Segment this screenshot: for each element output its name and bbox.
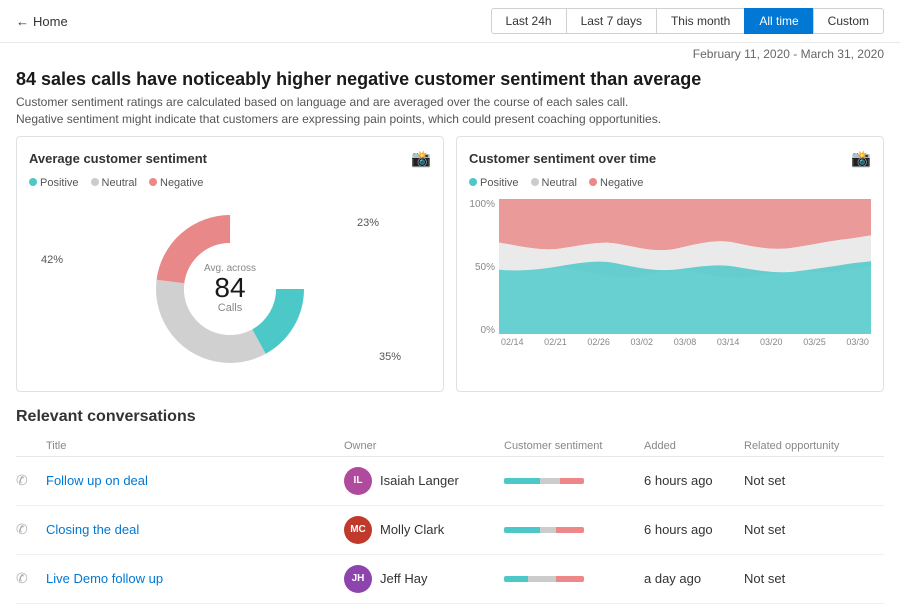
back-label: Home — [33, 14, 68, 29]
row1-opportunity: Not set — [744, 473, 884, 488]
row3-title[interactable]: Live Demo follow up — [46, 571, 344, 586]
row2-opportunity: Not set — [744, 522, 884, 537]
table-header: Title Owner Customer sentiment Added Rel… — [16, 436, 884, 457]
col-title: Title — [46, 440, 344, 452]
sent-neutral — [528, 576, 556, 582]
pct-positive: 23% — [357, 217, 379, 229]
filter-alltime[interactable]: All time — [744, 8, 812, 34]
time-filter-group: Last 24h Last 7 days This month All time… — [491, 8, 884, 34]
row1-sentiment — [504, 478, 644, 484]
table-row: ✆ Follow up on deal IL Isaiah Langer 6 h… — [16, 457, 884, 506]
sent-negative — [560, 478, 584, 484]
row1-added: 6 hours ago — [644, 473, 744, 488]
donut-legend: Positive Neutral Negative — [29, 177, 431, 189]
row1-owner: IL Isaiah Langer — [344, 467, 504, 495]
page-title: 84 sales calls have noticeably higher ne… — [16, 69, 884, 90]
sent-positive — [504, 576, 528, 582]
subtitle-line2: Negative sentiment might indicate that c… — [16, 111, 884, 128]
col-sentiment: Customer sentiment — [504, 440, 644, 452]
avatar-mc: MC — [344, 516, 372, 544]
area-legend-neutral: Neutral — [531, 177, 577, 189]
table-row: ✆ Live Demo follow up JH Jeff Hay a day … — [16, 555, 884, 604]
subtitle-line1: Customer sentiment ratings are calculate… — [16, 94, 884, 111]
subtitle: Customer sentiment ratings are calculate… — [16, 94, 884, 128]
avatar-jh: JH — [344, 565, 372, 593]
row3-opportunity: Not set — [744, 571, 884, 586]
header: ← Home Last 24h Last 7 days This month A… — [0, 0, 900, 43]
phone-icon: ✆ — [16, 570, 46, 587]
phone-icon: ✆ — [16, 521, 46, 538]
row3-sentiment — [504, 576, 644, 582]
col-opportunity: Related opportunity — [744, 440, 884, 452]
back-arrow-icon: ← — [16, 14, 29, 29]
row3-added: a day ago — [644, 571, 744, 586]
row1-title[interactable]: Follow up on deal — [46, 473, 344, 488]
row2-owner: MC Molly Clark — [344, 516, 504, 544]
avatar-il: IL — [344, 467, 372, 495]
sent-neutral — [540, 478, 560, 484]
donut-container: Avg. across 84 Calls 23% 35% 42% — [29, 199, 431, 379]
filter-last24h[interactable]: Last 24h — [491, 8, 566, 34]
area-legend: Positive Neutral Negative — [469, 177, 871, 189]
legend-negative: Negative — [149, 177, 203, 189]
area-chart-svg-container: 02/14 02/21 02/26 03/02 03/08 03/14 03/2… — [499, 199, 871, 354]
table-row: ✆ Closing the deal MC Molly Clark 6 hour… — [16, 506, 884, 555]
area-export-icon[interactable]: 📸 — [851, 149, 871, 169]
y-axis: 100% 50% 0% — [469, 199, 499, 354]
filter-last7days[interactable]: Last 7 days — [566, 8, 656, 34]
charts-row: Average customer sentiment 📸 Positive Ne… — [0, 136, 900, 392]
col-added: Added — [644, 440, 744, 452]
area-chart-wrapper: 100% 50% 0% — [469, 199, 871, 354]
conversations-section: Relevant conversations Title Owner Custo… — [0, 408, 900, 604]
date-range: February 11, 2020 - March 31, 2020 — [0, 43, 900, 65]
area-chart-title: Customer sentiment over time 📸 — [469, 149, 871, 169]
sent-negative — [556, 576, 584, 582]
area-legend-positive: Positive — [469, 177, 519, 189]
pct-neutral: 35% — [379, 351, 401, 363]
x-axis: 02/14 02/21 02/26 03/02 03/08 03/14 03/2… — [499, 337, 871, 347]
sent-negative — [556, 527, 584, 533]
pct-negative: 42% — [41, 254, 63, 266]
donut-center-text: Avg. across 84 Calls — [204, 263, 256, 314]
donut-export-icon[interactable]: 📸 — [411, 149, 431, 169]
area-legend-negative: Negative — [589, 177, 643, 189]
row2-title[interactable]: Closing the deal — [46, 522, 344, 537]
sentiment-bar — [504, 478, 584, 484]
area-chart-card: Customer sentiment over time 📸 Positive … — [456, 136, 884, 392]
row3-owner: JH Jeff Hay — [344, 565, 504, 593]
sent-positive — [504, 478, 540, 484]
area-svg — [499, 199, 871, 334]
filter-custom[interactable]: Custom — [813, 8, 884, 34]
legend-positive: Positive — [29, 177, 79, 189]
sentiment-bar — [504, 527, 584, 533]
col-owner: Owner — [344, 440, 504, 452]
conversations-title: Relevant conversations — [16, 408, 884, 426]
phone-icon: ✆ — [16, 472, 46, 489]
filter-thismonth[interactable]: This month — [656, 8, 744, 34]
back-button[interactable]: ← Home — [16, 14, 68, 29]
donut-chart-card: Average customer sentiment 📸 Positive Ne… — [16, 136, 444, 392]
title-section: 84 sales calls have noticeably higher ne… — [0, 65, 900, 136]
row2-sentiment — [504, 527, 644, 533]
row2-added: 6 hours ago — [644, 522, 744, 537]
sentiment-bar — [504, 576, 584, 582]
sent-neutral — [540, 527, 556, 533]
sent-positive — [504, 527, 540, 533]
donut-chart-title: Average customer sentiment 📸 — [29, 149, 431, 169]
legend-neutral: Neutral — [91, 177, 137, 189]
